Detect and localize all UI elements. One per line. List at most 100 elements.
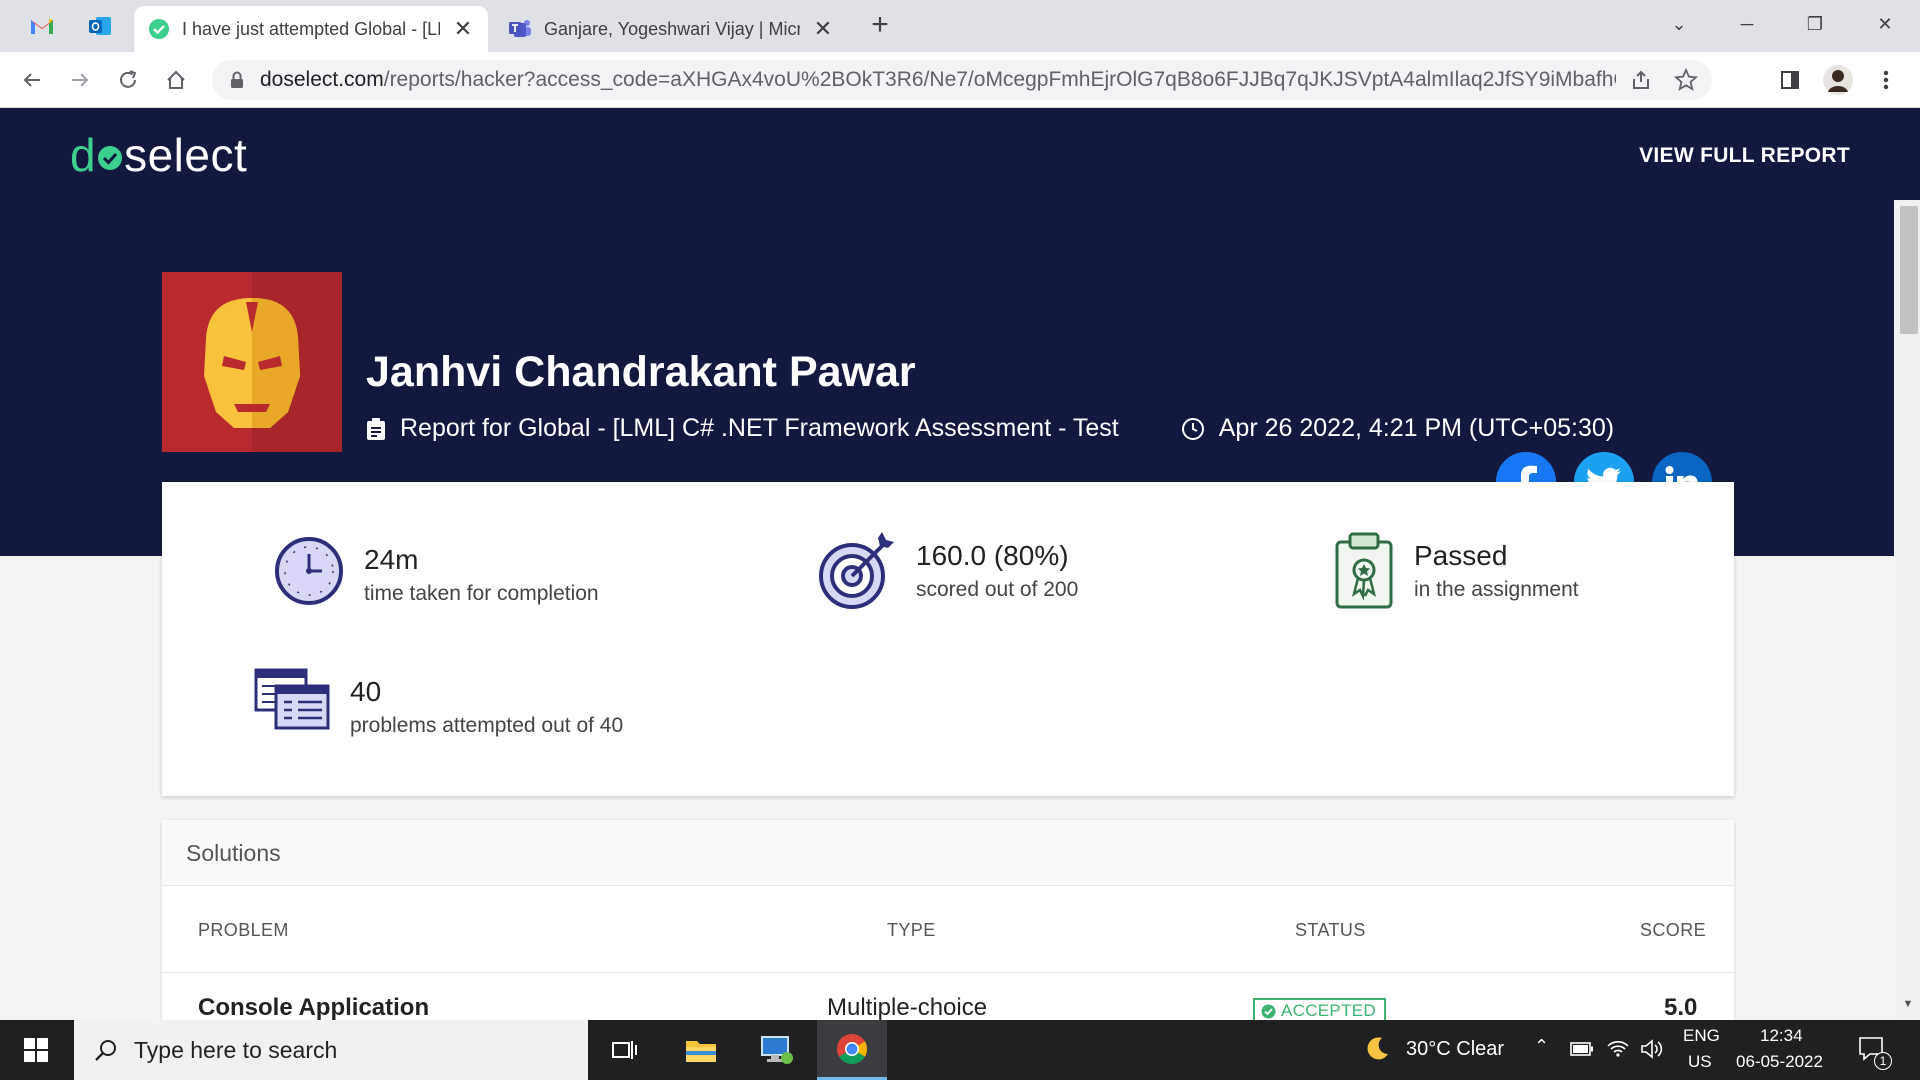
logo-check-icon xyxy=(98,146,123,170)
new-tab-button[interactable]: + xyxy=(862,8,898,44)
problems-value: 40 xyxy=(350,676,382,707)
result-label: in the assignment xyxy=(1414,578,1579,601)
profile-avatar-icon xyxy=(1823,65,1853,95)
remote-desktop-button[interactable] xyxy=(742,1020,812,1080)
stat-problems: 40 problems attempted out of 40 xyxy=(254,668,623,738)
view-full-report-link[interactable]: VIEW FULL REPORT xyxy=(1639,144,1850,168)
back-button[interactable] xyxy=(14,62,50,98)
stat-time: 24m time taken for completion xyxy=(274,536,599,606)
forward-button[interactable] xyxy=(62,62,98,98)
solution-type: Multiple-choice xyxy=(827,994,988,1021)
windows-taskbar: Type here to search 30°C Clear ⌃ ENG US … xyxy=(0,1020,1920,1080)
header-divider xyxy=(162,972,1734,973)
side-panel-button[interactable] xyxy=(1772,62,1808,98)
report-date: Apr 26 2022, 4:21 PM (UTC+05:30) xyxy=(1218,414,1615,442)
battery-icon[interactable] xyxy=(1570,1042,1594,1056)
address-bar[interactable]: doselect.com/reports/hacker?access_code=… xyxy=(212,60,1712,100)
windows-logo-icon xyxy=(24,1038,48,1062)
col-header-type: TYPE xyxy=(887,920,936,940)
col-header-problem: PROBLEM xyxy=(198,920,289,940)
clock-date[interactable]: 06-05-2022 xyxy=(1736,1052,1823,1072)
tab-title: I have just attempted Global - [LML] C# … xyxy=(182,18,440,39)
candidate-avatar xyxy=(162,272,342,452)
file-explorer-button[interactable] xyxy=(666,1020,736,1080)
reload-button[interactable] xyxy=(110,62,146,98)
chrome-icon xyxy=(836,1033,868,1064)
url-path: /reports/hacker?access_code=aXHGAx4voU%2… xyxy=(383,68,1616,91)
clock-icon xyxy=(1181,417,1204,440)
clipboard-icon xyxy=(367,417,385,440)
volume-icon[interactable] xyxy=(1640,1038,1664,1060)
tab-microsoft-teams[interactable]: Ganjare, Yogeshwari Vijay | Microsoft Te… xyxy=(494,6,848,52)
col-header-score: SCORE xyxy=(1640,920,1707,940)
clipboard-award-icon xyxy=(1335,532,1393,609)
gmail-icon xyxy=(31,19,53,34)
more-vertical-icon xyxy=(1883,70,1889,90)
show-hidden-icons-chevron-icon[interactable]: ⌃ xyxy=(1534,1036,1549,1057)
stat-time-text: 24m time taken for completion xyxy=(364,536,599,606)
doselect-logo[interactable]: d select xyxy=(70,128,247,182)
wifi-icon[interactable] xyxy=(1606,1038,1630,1058)
close-tab-icon[interactable]: ✕ xyxy=(452,16,474,42)
back-arrow-icon xyxy=(23,73,40,87)
target-icon xyxy=(819,532,894,609)
stat-problems-text: 40 problems attempted out of 40 xyxy=(350,668,623,738)
folder-icon xyxy=(686,1041,716,1062)
time-value: 24m xyxy=(364,544,419,575)
gmail-pinned-tab[interactable] xyxy=(20,8,64,44)
score-value: 160.0 (80%) xyxy=(916,540,1069,571)
ironman-mask-icon xyxy=(204,272,342,452)
share-icon[interactable] xyxy=(1630,69,1652,91)
status-text: ACCEPTED xyxy=(1281,1001,1376,1020)
solution-problem-name[interactable]: Console Application xyxy=(198,994,429,1022)
close-window-button[interactable]: ✕ xyxy=(1862,6,1908,42)
notification-count: 1 xyxy=(1874,1052,1892,1070)
close-tab-icon[interactable]: ✕ xyxy=(812,16,834,42)
weather-text[interactable]: 30°C Clear xyxy=(1406,1038,1504,1061)
taskbar-search-box[interactable]: Type here to search xyxy=(74,1020,588,1080)
stat-result-text: Passed in the assignment xyxy=(1414,532,1579,602)
result-value: Passed xyxy=(1414,540,1508,571)
score-label: scored out of 200 xyxy=(916,578,1079,601)
outlook-pinned-tab[interactable] xyxy=(78,8,122,44)
report-meta: Report for Global - [LML] C# .NET Framew… xyxy=(366,414,1614,443)
clock-time[interactable]: 12:34 xyxy=(1760,1026,1803,1046)
restore-button[interactable]: ❐ xyxy=(1792,6,1838,42)
logo-prefix: d xyxy=(70,129,97,181)
start-button[interactable] xyxy=(0,1020,72,1080)
side-panel-icon xyxy=(1781,71,1799,89)
search-icon xyxy=(95,1040,116,1061)
stat-score-text: 160.0 (80%) scored out of 200 xyxy=(916,532,1078,602)
logo-suffix: select xyxy=(124,129,248,181)
outlook-icon xyxy=(89,17,111,35)
check-circle-icon xyxy=(1261,1004,1276,1018)
chrome-taskbar-button[interactable] xyxy=(817,1020,887,1080)
candidate-name: Janhvi Chandrakant Pawar xyxy=(366,348,916,396)
search-placeholder: Type here to search xyxy=(134,1036,338,1063)
language-bottom[interactable]: US xyxy=(1688,1052,1712,1072)
stat-score: 160.0 (80%) scored out of 200 xyxy=(816,532,1078,610)
scroll-down-arrow[interactable]: ▼ xyxy=(1898,998,1918,1018)
lock-icon xyxy=(231,71,243,88)
report-for-text: Report for Global - [LML] C# .NET Framew… xyxy=(400,414,1119,442)
check-circle-icon xyxy=(149,19,169,39)
star-bookmark-icon[interactable] xyxy=(1674,68,1698,92)
teams-icon xyxy=(509,20,531,37)
solutions-title: Solutions xyxy=(162,820,1734,886)
tab-title: Ganjare, Yogeshwari Vijay | Microsoft Te… xyxy=(544,18,800,39)
task-view-icon xyxy=(612,1041,637,1059)
scrollbar-thumb[interactable] xyxy=(1900,206,1918,334)
profile-avatar-button[interactable] xyxy=(1820,62,1856,98)
minimize-button[interactable]: ─ xyxy=(1724,6,1770,42)
time-label: time taken for completion xyxy=(364,582,599,605)
browser-toolbar: doselect.com/reports/hacker?access_code=… xyxy=(0,52,1920,108)
tab-search-chevron-icon[interactable]: ⌄ xyxy=(1656,6,1702,42)
tab-doselect-report[interactable]: I have just attempted Global - [LML] C# … xyxy=(134,6,488,52)
browser-menu-button[interactable] xyxy=(1868,62,1904,98)
language-top[interactable]: ENG xyxy=(1683,1026,1720,1046)
home-button[interactable] xyxy=(158,62,194,98)
reload-icon xyxy=(120,70,137,88)
task-view-button[interactable] xyxy=(590,1020,660,1080)
problems-label: problems attempted out of 40 xyxy=(350,714,624,737)
summary-stats-card: 24m time taken for completion 160.0 (80%… xyxy=(162,482,1734,796)
